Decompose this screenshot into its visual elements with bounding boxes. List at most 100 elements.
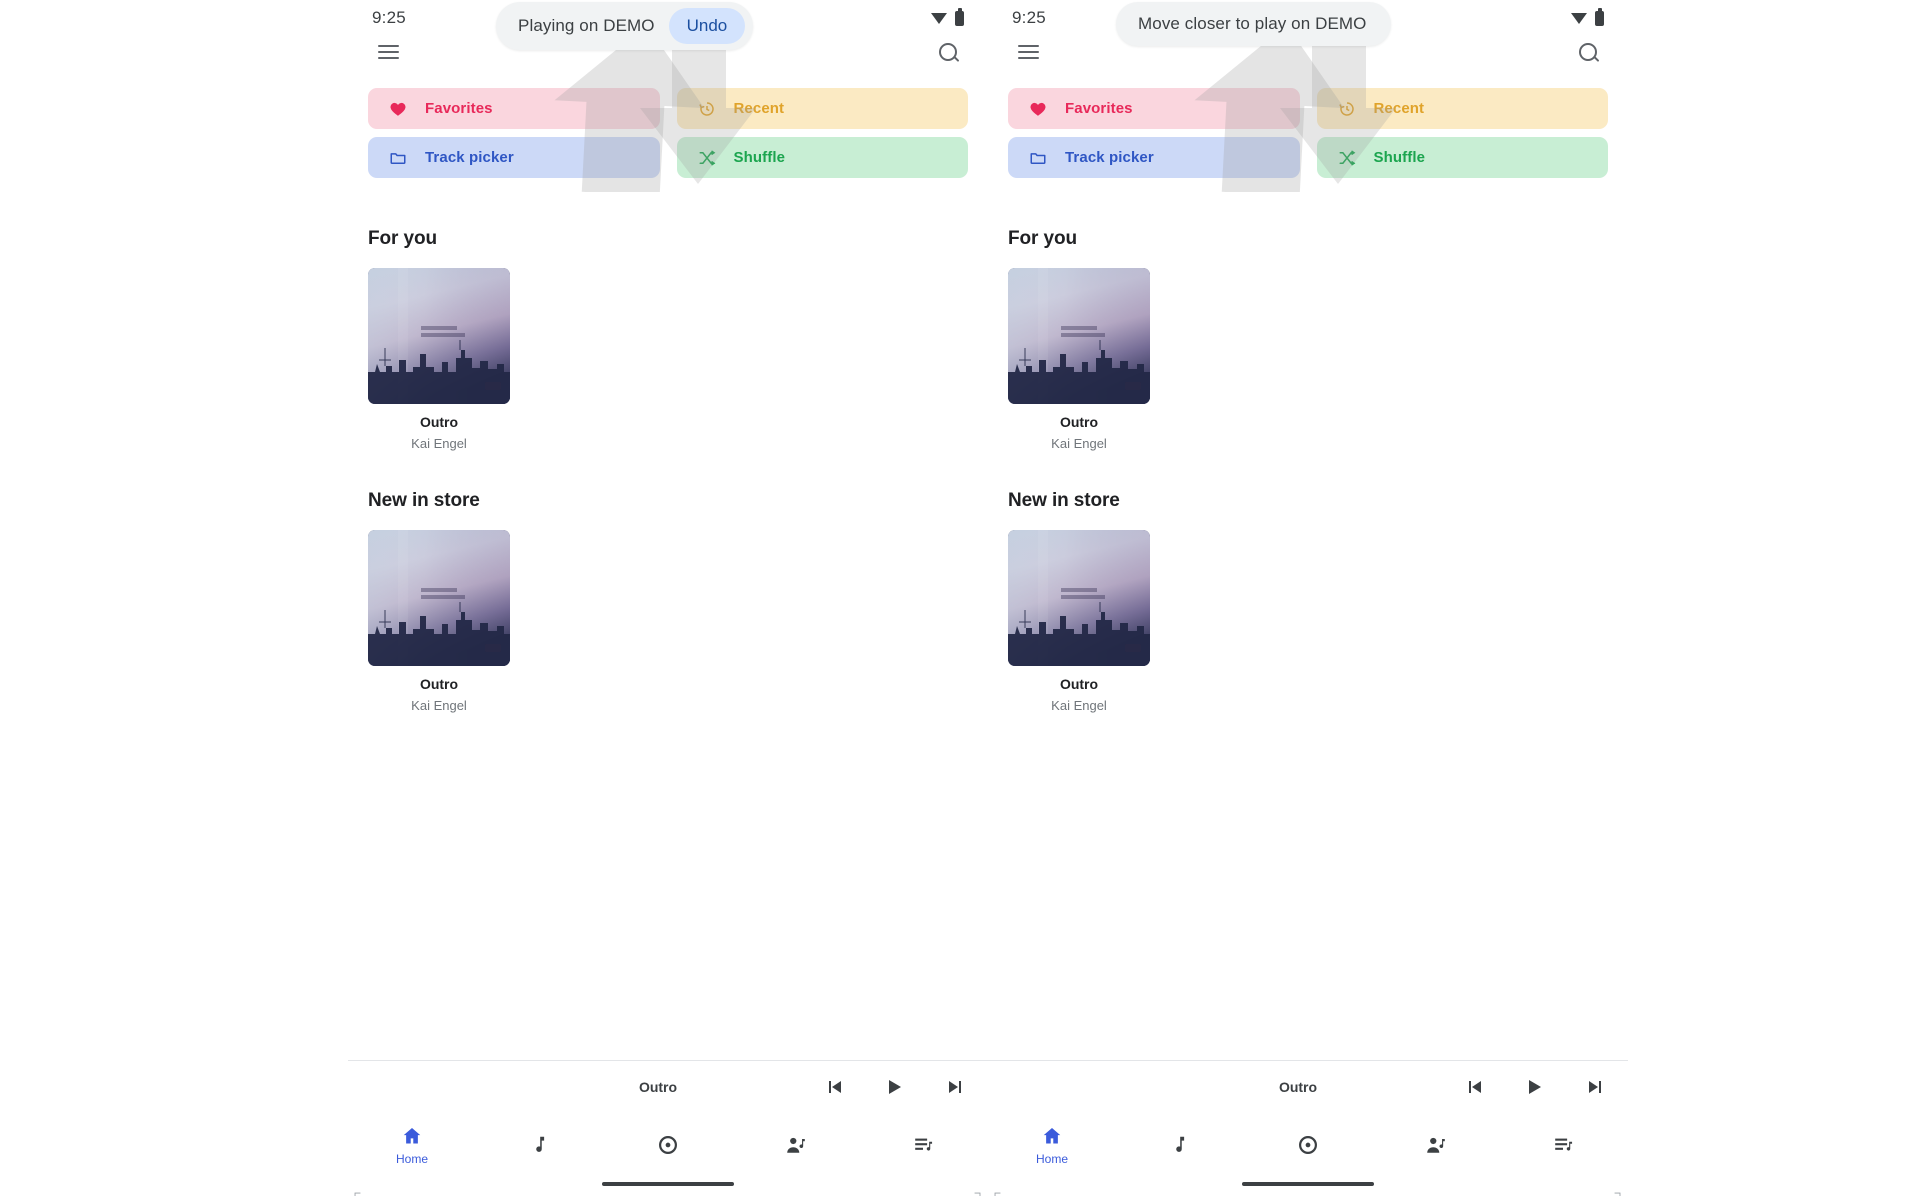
album-card-artist: Kai Engel xyxy=(411,436,467,451)
gesture-home-bar[interactable] xyxy=(1242,1182,1374,1186)
album-card[interactable]: Outro Kai Engel xyxy=(348,268,518,451)
status-icons xyxy=(1571,7,1604,26)
status-icons xyxy=(931,7,964,26)
tile-recent-label: Recent xyxy=(1373,100,1425,117)
nav-item-artists[interactable] xyxy=(1372,1134,1500,1156)
album-card-title: Outro xyxy=(419,676,459,692)
nav-item-tracks[interactable] xyxy=(1116,1134,1244,1156)
album-art-thumbnail[interactable] xyxy=(368,268,510,404)
mini-player: Outro xyxy=(348,1060,988,1112)
skip-previous-icon[interactable] xyxy=(828,1077,850,1097)
album-card-artist: Kai Engel xyxy=(1051,698,1107,713)
heart-icon xyxy=(1030,102,1046,116)
tile-favorites[interactable]: Favorites xyxy=(368,88,660,129)
mini-player-title: Outro xyxy=(1278,1078,1318,1095)
hamburger-menu-button[interactable] xyxy=(368,32,408,72)
artist-icon xyxy=(1427,1137,1445,1153)
screenshot-stage: 9:25 Playing on DEMO Undo Favorites Rece… xyxy=(0,0,1920,1200)
quick-action-tiles: Favorites Recent Track picker Shuffle xyxy=(1008,88,1608,178)
album-art-thumbnail[interactable] xyxy=(1008,268,1150,404)
tile-recent[interactable]: Recent xyxy=(676,88,968,129)
folder-icon xyxy=(390,152,406,164)
nav-item-artists[interactable] xyxy=(732,1134,860,1156)
search-button[interactable] xyxy=(928,32,968,72)
tile-track-picker[interactable]: Track picker xyxy=(1008,137,1300,178)
skip-previous-icon[interactable] xyxy=(1468,1077,1490,1097)
section-new-in-store: New in store Outro Kai Engel xyxy=(348,490,988,713)
section-title-new-in-store: New in store xyxy=(1008,490,1120,511)
nav-item-home[interactable]: Home xyxy=(988,1125,1116,1166)
artist-icon xyxy=(787,1137,805,1153)
album-disc-icon xyxy=(659,1136,677,1154)
heart-icon xyxy=(390,102,406,116)
album-art-thumbnail[interactable] xyxy=(368,530,510,666)
skip-next-icon[interactable] xyxy=(940,1077,962,1097)
tile-favorites[interactable]: Favorites xyxy=(1008,88,1300,129)
tile-shuffle[interactable]: Shuffle xyxy=(676,137,968,178)
tile-track-picker[interactable]: Track picker xyxy=(368,137,660,178)
history-clock-icon xyxy=(698,101,714,116)
album-card[interactable]: Outro Kai Engel xyxy=(348,530,518,713)
album-card-title: Outro xyxy=(419,414,459,430)
section-title-new-in-store: New in store xyxy=(368,490,480,511)
tile-shuffle[interactable]: Shuffle xyxy=(1316,137,1608,178)
mini-player-controls xyxy=(1468,1077,1628,1097)
music-note-icon xyxy=(1176,1136,1185,1152)
snackbar-undo-button[interactable]: Undo xyxy=(668,8,746,44)
album-card[interactable]: Outro Kai Engel xyxy=(988,530,1158,713)
tile-track-picker-label: Track picker xyxy=(425,149,514,166)
battery-icon xyxy=(955,7,964,26)
skip-next-icon[interactable] xyxy=(1580,1077,1602,1097)
home-icon xyxy=(1043,1127,1061,1144)
search-button[interactable] xyxy=(1568,32,1608,72)
music-note-icon xyxy=(536,1136,545,1152)
history-clock-icon xyxy=(1338,101,1354,116)
tile-recent[interactable]: Recent xyxy=(1316,88,1608,129)
snackbar-left: Playing on DEMO Undo xyxy=(496,2,754,50)
status-time: 9:25 xyxy=(1012,8,1046,27)
album-card-artist: Kai Engel xyxy=(1051,436,1107,451)
tile-favorites-label: Favorites xyxy=(425,100,493,117)
section-for-you: For you Outro Kai Engel xyxy=(348,228,988,451)
nav-item-albums[interactable] xyxy=(604,1134,732,1156)
playlist-icon xyxy=(1555,1138,1573,1151)
album-disc-icon xyxy=(1299,1136,1317,1154)
nav-item-home-label: Home xyxy=(395,1151,428,1166)
nav-item-albums[interactable] xyxy=(1244,1134,1372,1156)
playlist-icon xyxy=(915,1138,933,1151)
snackbar-message: Move closer to play on DEMO xyxy=(1138,14,1367,33)
hamburger-menu-button[interactable] xyxy=(1008,32,1048,72)
tile-recent-label: Recent xyxy=(733,100,785,117)
folder-icon xyxy=(1030,152,1046,164)
nav-item-playlists[interactable] xyxy=(1500,1134,1628,1156)
album-card-title: Outro xyxy=(1059,676,1099,692)
search-icon xyxy=(938,42,958,62)
bottom-navigation: Home xyxy=(348,1112,988,1178)
screen-corner-mark-right: ¬ xyxy=(974,1186,982,1200)
section-title-for-you: For you xyxy=(368,228,437,249)
gesture-home-bar[interactable] xyxy=(602,1182,734,1186)
nav-item-playlists[interactable] xyxy=(860,1134,988,1156)
album-card-title: Outro xyxy=(1059,414,1099,430)
album-card[interactable]: Outro Kai Engel xyxy=(988,268,1158,451)
nav-item-tracks[interactable] xyxy=(476,1134,604,1156)
tile-shuffle-label: Shuffle xyxy=(733,149,786,166)
mini-player-title: Outro xyxy=(638,1078,678,1095)
snackbar-right: Move closer to play on DEMO xyxy=(1116,2,1391,46)
album-card-artist: Kai Engel xyxy=(411,698,467,713)
wifi-icon xyxy=(931,12,948,25)
snackbar-message: Playing on DEMO xyxy=(518,16,655,35)
home-icon xyxy=(403,1127,421,1144)
screen-corner-mark-right: ¬ xyxy=(1614,1186,1622,1200)
play-icon[interactable] xyxy=(884,1077,906,1097)
album-art-thumbnail[interactable] xyxy=(1008,530,1150,666)
play-icon[interactable] xyxy=(1524,1077,1546,1097)
status-time: 9:25 xyxy=(372,8,406,27)
section-title-for-you: For you xyxy=(1008,228,1077,249)
quick-action-tiles: Favorites Recent Track picker Shuffle xyxy=(368,88,968,178)
section-new-in-store: New in store Outro Kai Engel xyxy=(988,490,1628,713)
wifi-icon xyxy=(1571,12,1588,25)
nav-item-home[interactable]: Home xyxy=(348,1125,476,1166)
mini-player: Outro xyxy=(988,1060,1628,1112)
hamburger-menu-icon xyxy=(377,45,399,59)
